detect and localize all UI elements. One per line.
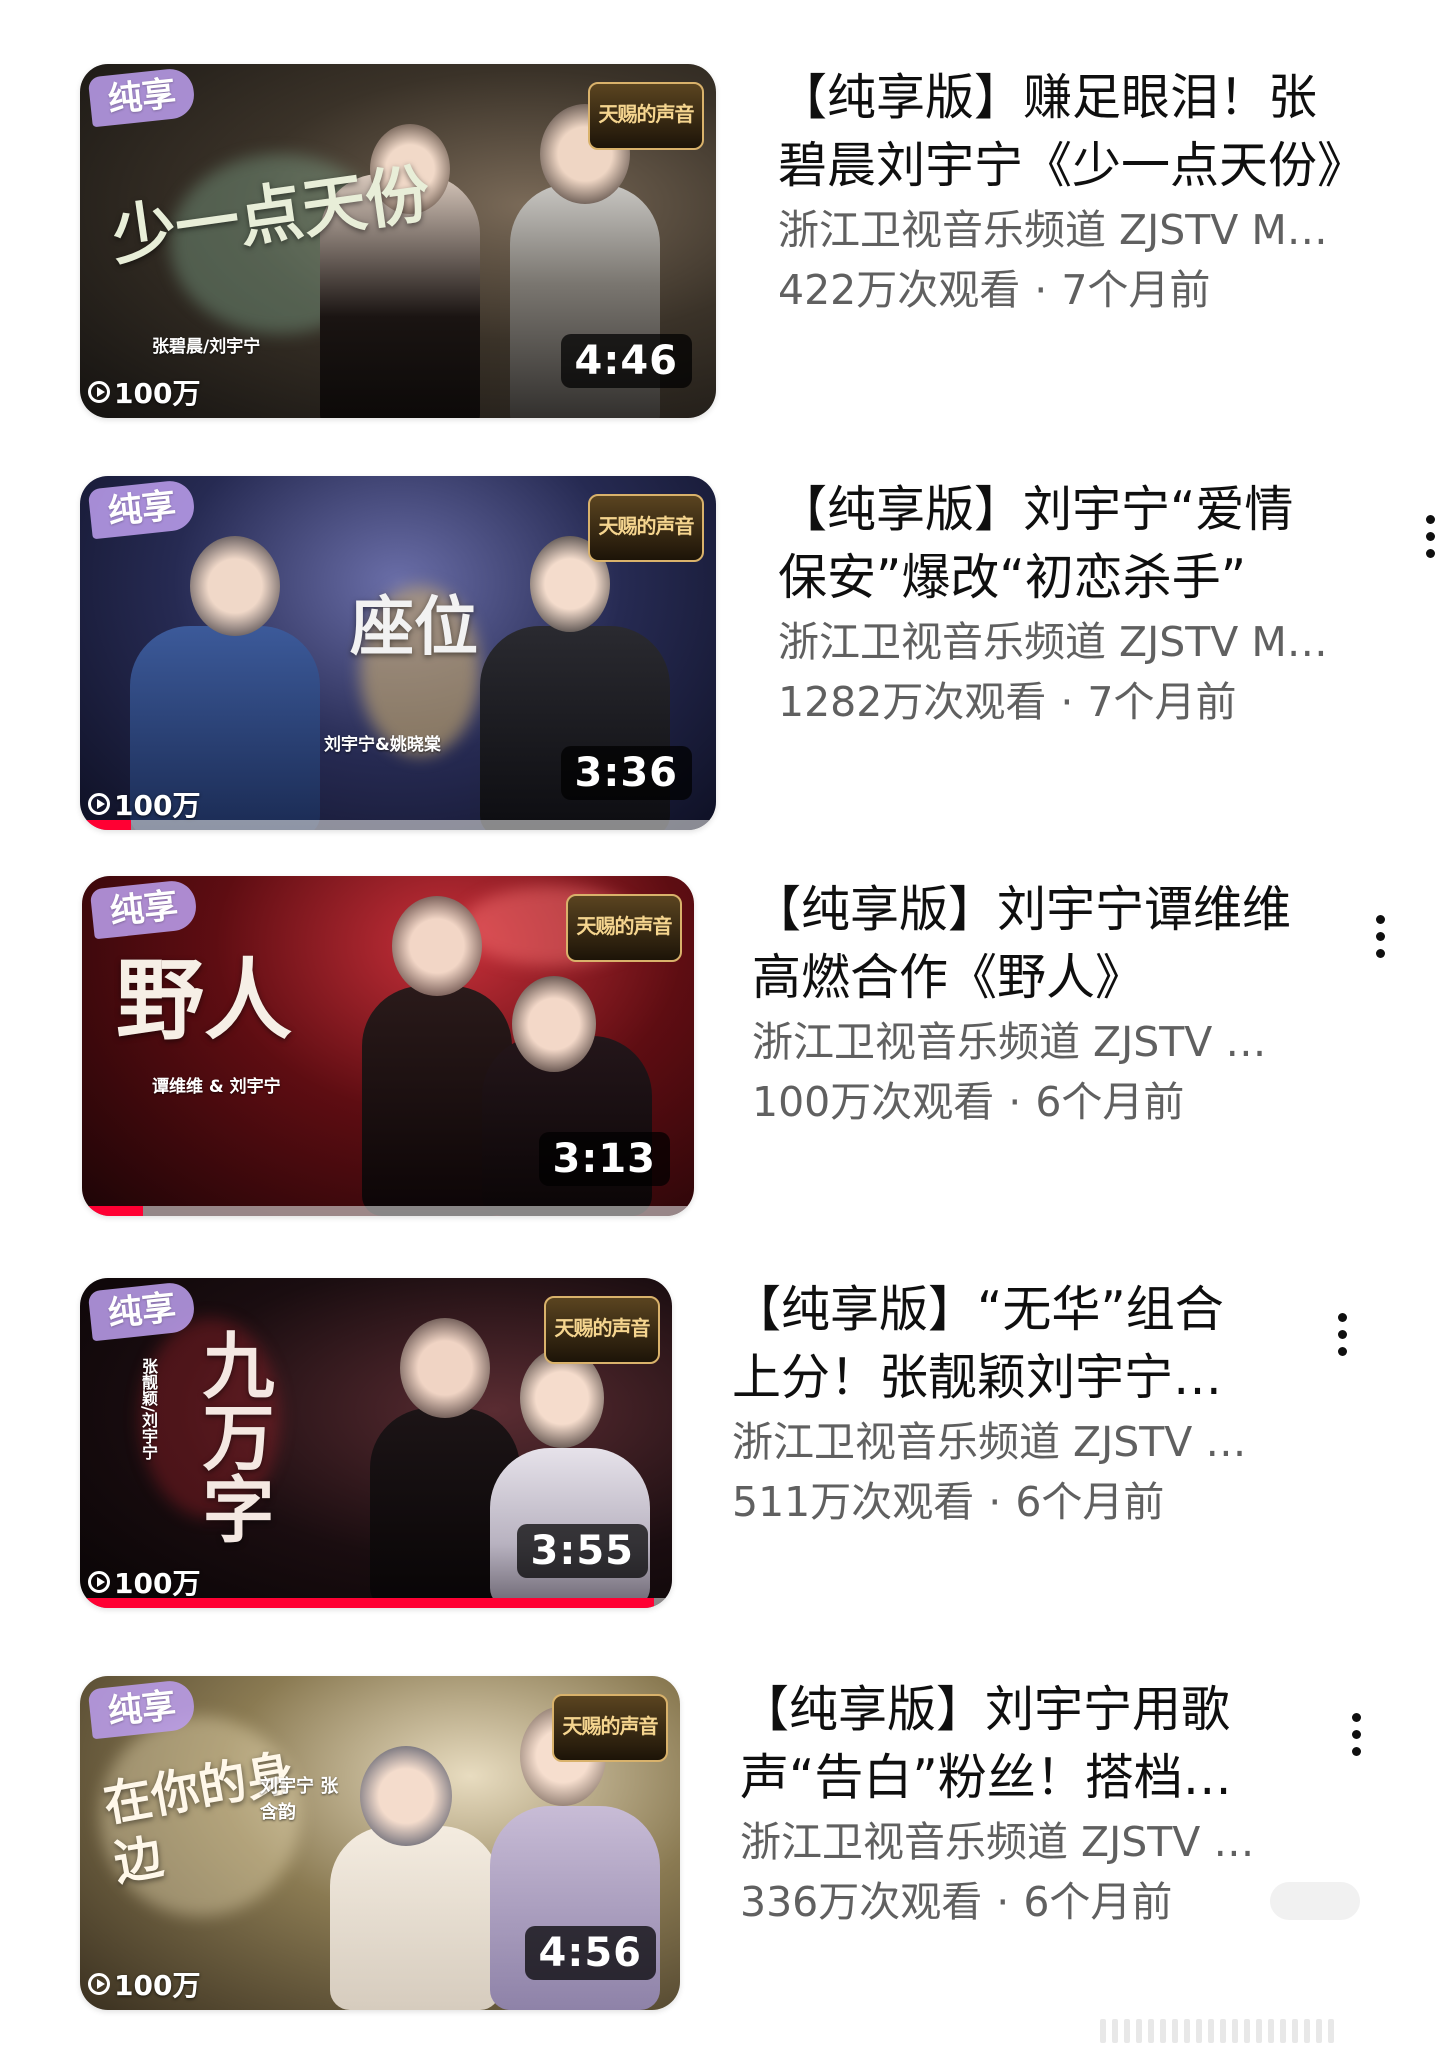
video-thumbnail[interactable]: 九万字 张靓颖/刘宇宁 纯享 天赐的声音 100万 3:55	[80, 1278, 672, 1608]
performer-head	[512, 976, 596, 1072]
thumbnail-artists: 刘宇宁 张含韵	[260, 1776, 339, 1823]
video-duration: 3:55	[516, 1524, 648, 1578]
more-options-icon[interactable]	[1410, 496, 1440, 576]
upload-age: 6个月前	[1023, 1878, 1173, 1926]
show-logo: 天赐的声音	[566, 894, 682, 962]
video-item[interactable]: 座位 刘宇宁&姚晓棠 纯享 天赐的声音 100万 3:36 【纯享版】刘宇宁“爱…	[0, 400, 1440, 830]
video-duration: 4:46	[560, 334, 692, 388]
thumbnail-art-title: 座位	[350, 590, 478, 665]
separator-dot: ·	[988, 1478, 1002, 1526]
separator-dot: ·	[1008, 1078, 1022, 1126]
thumbnail-art-title: 九万字	[190, 1328, 275, 1544]
video-meta: 【纯享版】刘宇宁用歌声“告白”粉丝！搭档张含韵 浙江卫视音乐频道 ZJSTV M…	[740, 1676, 1270, 1932]
play-count: 100万	[88, 1562, 200, 1602]
video-stats: 1282万次观看 · 7个月前	[778, 672, 1338, 732]
video-duration: 4:56	[524, 1926, 656, 1980]
video-stats: 511万次观看 · 6个月前	[732, 1472, 1262, 1532]
channel-name[interactable]: 浙江卫视音乐频道 ZJSTV Music	[740, 1812, 1270, 1872]
view-count: 511万次观看	[732, 1478, 975, 1526]
play-circle-icon	[88, 1973, 110, 1995]
video-title[interactable]: 【纯享版】“无华”组合上分！张靓颖刘宇宁《九万字》	[732, 1276, 1262, 1412]
channel-name[interactable]: 浙江卫视音乐频道 ZJSTV Music	[752, 1012, 1292, 1072]
play-count: 100万	[88, 1964, 200, 2004]
video-item[interactable]: 九万字 张靓颖/刘宇宁 纯享 天赐的声音 100万 3:55 【纯享版】“无华”…	[0, 1200, 1440, 1608]
video-duration: 3:36	[560, 746, 692, 800]
video-item[interactable]: 在你的身边 刘宇宁 张含韵 纯享 天赐的声音 100万 4:56 【纯享版】刘宇…	[0, 1600, 1440, 2010]
separator-dot: ·	[1034, 266, 1048, 314]
video-stats: 100万次观看 · 6个月前	[752, 1072, 1292, 1132]
video-thumbnail[interactable]: 少一点天份 张碧晨/刘宇宁 纯享 天赐的声音 100万 4:46	[80, 64, 716, 418]
show-logo: 天赐的声音	[588, 494, 704, 562]
more-options-icon[interactable]	[1336, 1694, 1376, 1774]
video-stats: 422万次观看 · 7个月前	[778, 260, 1348, 320]
play-count-value: 100万	[114, 1969, 201, 2002]
view-count: 336万次观看	[740, 1878, 983, 1926]
video-thumbnail[interactable]: 在你的身边 刘宇宁 张含韵 纯享 天赐的声音 100万 4:56	[80, 1676, 680, 2010]
channel-name[interactable]: 浙江卫视音乐频道 ZJSTV Music	[778, 612, 1338, 672]
play-circle-icon	[88, 1571, 110, 1593]
more-options-icon[interactable]	[1322, 1294, 1362, 1374]
video-meta: 【纯享版】刘宇宁谭维维高燃合作《野人》 浙江卫视音乐频道 ZJSTV Music…	[752, 876, 1292, 1132]
thumbnail-artists: 谭维维 & 刘宇宁	[152, 1077, 281, 1097]
video-title[interactable]: 【纯享版】赚足眼泪！张碧晨刘宇宁《少一点天份》	[778, 64, 1348, 200]
video-meta: 【纯享版】赚足眼泪！张碧晨刘宇宁《少一点天份》 浙江卫视音乐频道 ZJSTV M…	[778, 64, 1348, 320]
upload-age: 6个月前	[1015, 1478, 1165, 1526]
more-options-icon[interactable]	[1360, 896, 1400, 976]
separator-dot: ·	[1060, 678, 1074, 726]
video-stats: 336万次观看 · 6个月前	[740, 1872, 1270, 1932]
show-logo: 天赐的声音	[552, 1694, 668, 1762]
play-count-value: 100万	[114, 1567, 201, 1600]
thumbnail-art-title: 野人	[116, 948, 293, 1052]
video-thumbnail[interactable]: 座位 刘宇宁&姚晓棠 纯享 天赐的声音 100万 3:36	[80, 476, 716, 830]
upload-age: 6个月前	[1035, 1078, 1185, 1126]
show-logo: 天赐的声音	[544, 1296, 660, 1364]
thumbnail-artists: 张碧晨/刘宇宁	[152, 337, 261, 357]
video-duration: 3:13	[538, 1132, 670, 1186]
video-item[interactable]: 野人 谭维维 & 刘宇宁 纯享 天赐的声音 3:13 【纯享版】刘宇宁谭维维高燃…	[0, 800, 1440, 1216]
show-logo: 天赐的声音	[588, 82, 704, 150]
view-count: 100万次观看	[752, 1078, 995, 1126]
performer-figure	[330, 1826, 500, 2010]
performer-head	[190, 536, 280, 636]
thumbnail-artists: 张靓颖/刘宇宁	[139, 1358, 158, 1460]
video-title[interactable]: 【纯享版】刘宇宁“爱情保安”爆改“初恋杀手”	[778, 476, 1338, 612]
video-title[interactable]: 【纯享版】刘宇宁谭维维高燃合作《野人》	[752, 876, 1292, 1012]
performer-head	[400, 1318, 490, 1418]
upload-age: 7个月前	[1087, 678, 1237, 726]
view-count: 422万次观看	[778, 266, 1021, 314]
thumbnail-artists: 刘宇宁&姚晓棠	[324, 735, 441, 755]
watermark-badge	[1270, 1882, 1360, 1920]
view-count: 1282万次观看	[778, 678, 1047, 726]
performer-head	[360, 1746, 452, 1846]
separator-dot: ·	[996, 1878, 1010, 1926]
watermark	[1100, 2016, 1400, 2046]
channel-name[interactable]: 浙江卫视音乐频道 ZJSTV Music	[778, 200, 1348, 260]
video-meta: 【纯享版】刘宇宁“爱情保安”爆改“初恋杀手” 浙江卫视音乐频道 ZJSTV Mu…	[778, 476, 1338, 732]
performer-head	[392, 896, 482, 996]
channel-name[interactable]: 浙江卫视音乐频道 ZJSTV Music	[732, 1412, 1262, 1472]
upload-age: 7个月前	[1061, 266, 1211, 314]
video-meta: 【纯享版】“无华”组合上分！张靓颖刘宇宁《九万字》 浙江卫视音乐频道 ZJSTV…	[732, 1276, 1262, 1532]
video-item[interactable]: 少一点天份 张碧晨/刘宇宁 纯享 天赐的声音 100万 4:46 【纯享版】赚足…	[0, 0, 1440, 418]
video-thumbnail[interactable]: 野人 谭维维 & 刘宇宁 纯享 天赐的声音 3:13	[82, 876, 694, 1216]
video-title[interactable]: 【纯享版】刘宇宁用歌声“告白”粉丝！搭档张含韵	[740, 1676, 1270, 1812]
